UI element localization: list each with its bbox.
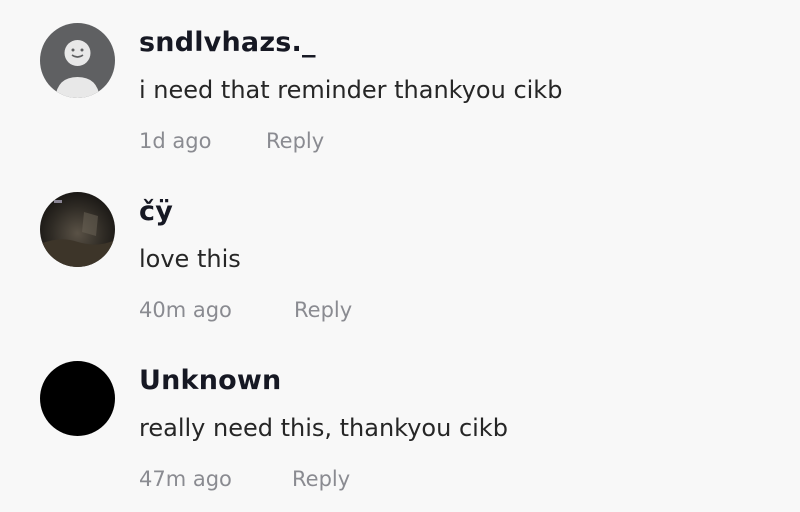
comment-text: love this [139, 245, 241, 273]
reply-button[interactable]: Reply [294, 295, 352, 325]
comment-text: really need this, thankyou cikb [139, 414, 508, 442]
avatar[interactable] [40, 361, 115, 436]
username[interactable]: Unknown [139, 364, 281, 398]
username[interactable]: sndlvhazs._ [139, 26, 316, 60]
comment-item: Unknown really need this, thankyou cikb … [0, 338, 800, 508]
comment-item: sndlvhazs._ i need that reminder thankyo… [0, 0, 800, 170]
username[interactable]: čÿ [139, 195, 173, 229]
comment-item: čÿ love this 40m ago Reply [0, 169, 800, 339]
comment-timestamp: 47m ago [139, 467, 232, 491]
avatar[interactable] [40, 23, 115, 98]
photo-avatar [40, 192, 115, 267]
comment-list: sndlvhazs._ i need that reminder thankyo… [0, 0, 800, 512]
comment-timestamp: 40m ago [139, 298, 232, 322]
reply-button[interactable]: Reply [292, 464, 350, 494]
comment-timestamp: 1d ago [139, 129, 212, 153]
avatar[interactable] [40, 192, 115, 267]
reply-button[interactable]: Reply [266, 126, 324, 156]
black-avatar [40, 361, 115, 436]
default-avatar-icon [40, 23, 115, 98]
comment-text: i need that reminder thankyou cikb [139, 76, 563, 104]
